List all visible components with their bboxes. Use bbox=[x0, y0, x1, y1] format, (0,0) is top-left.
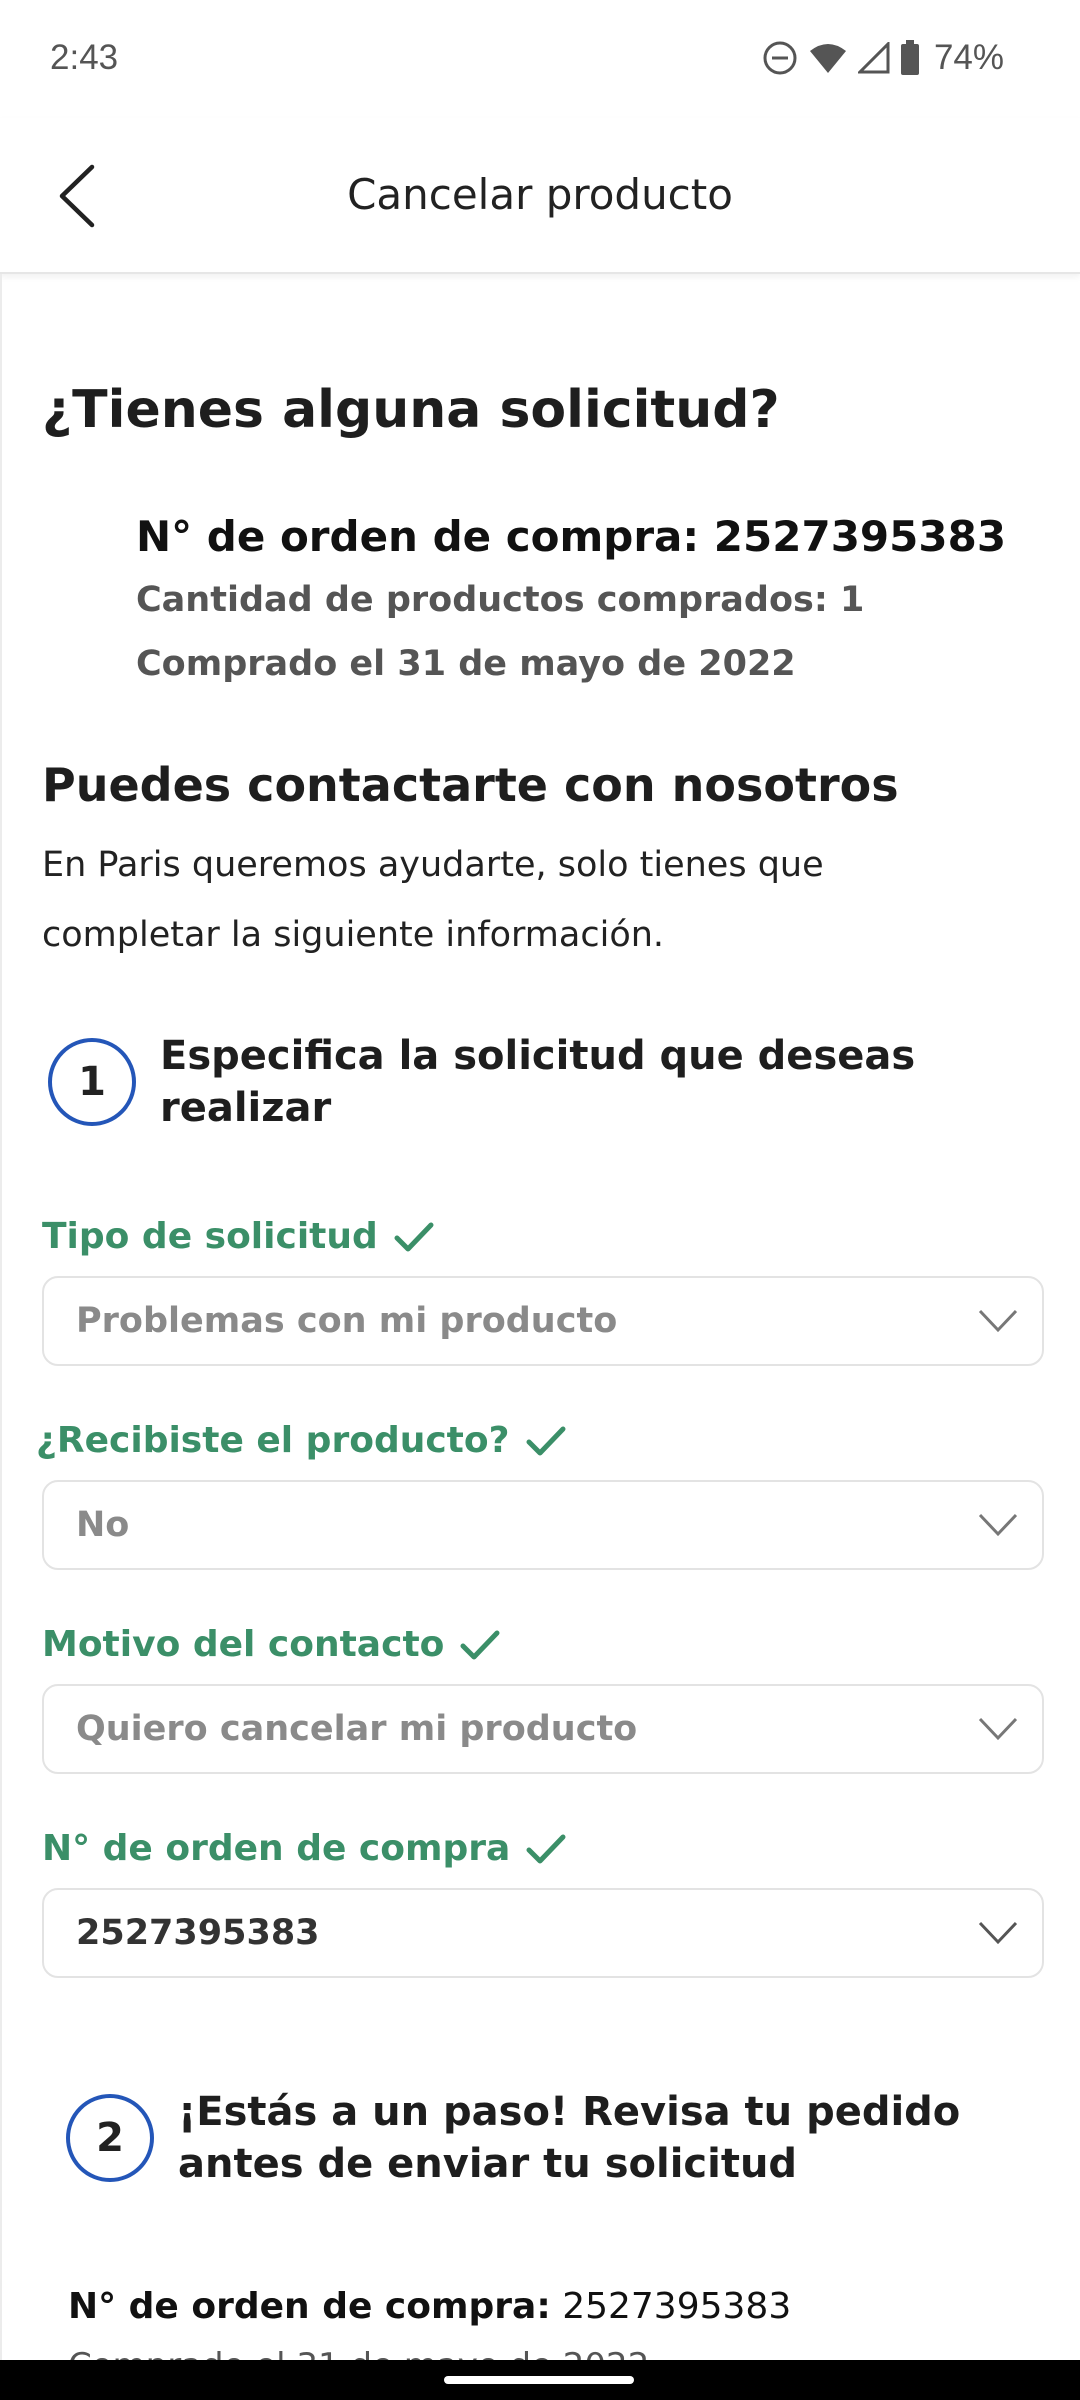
status-bar: 2:43 74% bbox=[0, 0, 1080, 118]
chevron-down-icon bbox=[978, 1717, 1018, 1741]
step-2-text: ¡Estás a un paso! Revisa tu pedido antes… bbox=[178, 2089, 961, 2187]
step-2-number: 2 bbox=[66, 2094, 154, 2182]
battery-percentage: 74% bbox=[933, 38, 1004, 77]
contact-description: En Paris queremos ayudarte, solo tienes … bbox=[42, 845, 824, 955]
step-1: 1 Especifica la solicitud que deseas rea… bbox=[48, 1030, 940, 1134]
contact-heading: Puedes contactarte con nosotros bbox=[42, 758, 899, 812]
order-quantity: Cantidad de productos comprados: 1 bbox=[136, 580, 865, 620]
check-icon bbox=[526, 1834, 566, 1863]
request-type-label: Tipo de solicitud bbox=[42, 1216, 434, 1257]
chevron-down-icon bbox=[978, 1513, 1018, 1537]
contact-reason-value: Quiero cancelar mi producto bbox=[76, 1709, 638, 1749]
check-icon bbox=[460, 1630, 500, 1659]
status-icons: 74% bbox=[762, 38, 1004, 78]
do-not-disturb-icon bbox=[763, 41, 797, 75]
request-type-select[interactable]: Problemas con mi producto bbox=[42, 1276, 1044, 1366]
wifi-icon bbox=[809, 44, 846, 73]
home-gesture-handle[interactable] bbox=[444, 2376, 634, 2384]
product-received-select[interactable]: No bbox=[42, 1480, 1044, 1570]
app-bar: Cancelar producto bbox=[0, 118, 1080, 274]
chevron-down-icon bbox=[978, 1309, 1018, 1333]
contact-reason-select[interactable]: Quiero cancelar mi producto bbox=[42, 1684, 1044, 1774]
summary-date: Comprado el 31 de mayo de 2022 bbox=[68, 2346, 649, 2360]
check-icon bbox=[394, 1222, 434, 1251]
status-time: 2:43 bbox=[50, 38, 119, 77]
request-heading: ¿Tienes alguna solicitud? bbox=[42, 380, 780, 440]
order-number-title: N° de orden de compra: 2527395383 bbox=[136, 512, 1007, 561]
step-1-number: 1 bbox=[48, 1038, 136, 1126]
system-navigation-bar bbox=[0, 2360, 1080, 2400]
cellular-signal-icon bbox=[857, 42, 890, 74]
order-number-label: N° de orden de compra bbox=[42, 1828, 566, 1869]
request-type-value: Problemas con mi producto bbox=[76, 1301, 618, 1341]
summary-order-value: 2527395383 bbox=[562, 2286, 792, 2327]
order-number-select[interactable]: 2527395383 bbox=[42, 1888, 1044, 1978]
battery-icon bbox=[900, 40, 919, 75]
summary-order-number: N° de orden de compra: 2527395383 bbox=[68, 2286, 791, 2327]
step-1-text: Especifica la solicitud que deseas reali… bbox=[160, 1033, 916, 1131]
order-date: Comprado el 31 de mayo de 2022 bbox=[136, 644, 796, 684]
page-title: Cancelar producto bbox=[347, 170, 733, 219]
summary-order-label: N° de orden de compra: bbox=[68, 2286, 551, 2327]
check-icon bbox=[526, 1426, 566, 1455]
main-content[interactable]: ¿Tienes alguna solicitud? N° de orden de… bbox=[0, 274, 1080, 2360]
product-received-value: No bbox=[76, 1505, 130, 1545]
product-received-label: ¿Recibiste el producto? bbox=[36, 1420, 566, 1461]
contact-reason-label: Motivo del contacto bbox=[42, 1624, 500, 1665]
step-2: 2 ¡Estás a un paso! Revisa tu pedido ant… bbox=[66, 2086, 978, 2190]
chevron-down-icon bbox=[978, 1921, 1018, 1945]
order-number-value: 2527395383 bbox=[76, 1913, 320, 1953]
